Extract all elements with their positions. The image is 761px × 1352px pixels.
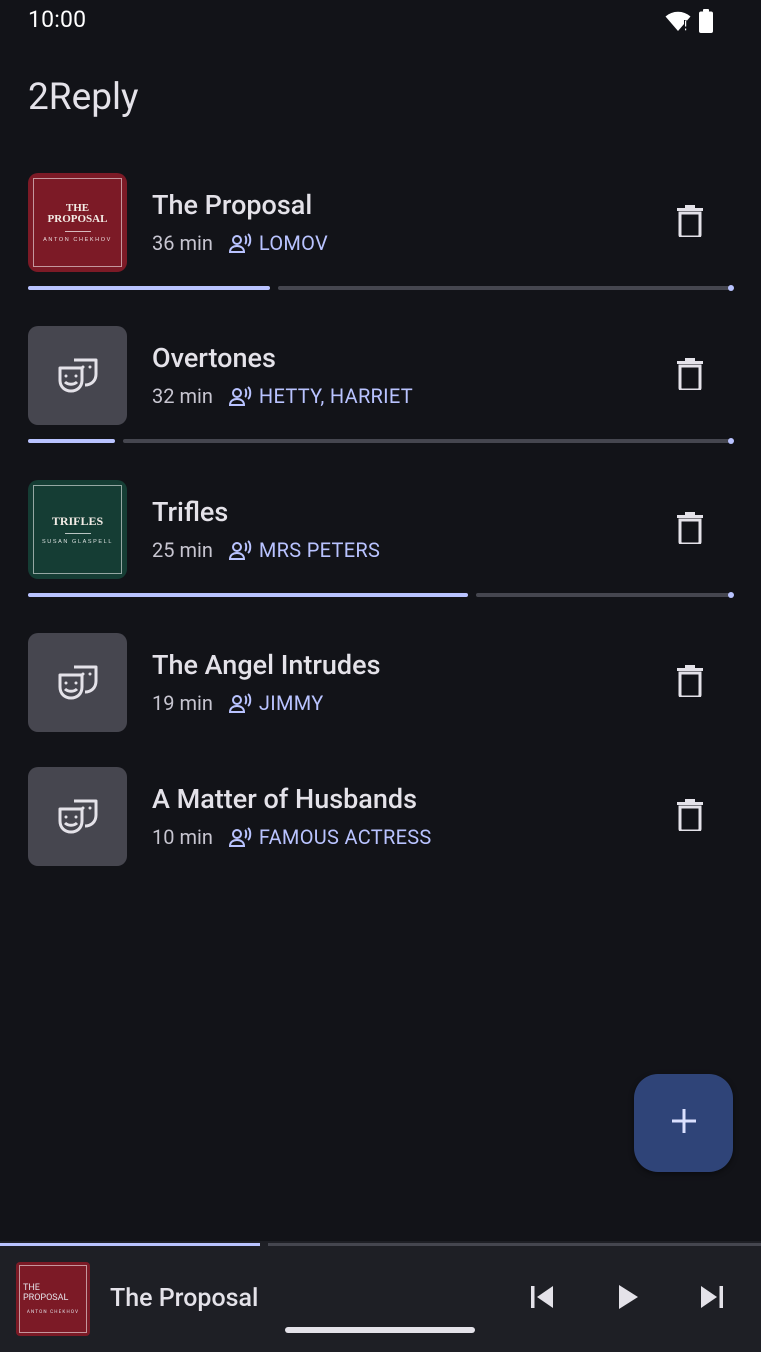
play-progress <box>28 438 734 444</box>
list-item[interactable]: A Matter of Husbands 10 min FAMOUS ACTRE… <box>0 767 761 867</box>
battery-icon <box>699 9 713 37</box>
voice-role-icon <box>228 827 253 847</box>
play-meta: 25 min MRS PETERS <box>152 538 380 562</box>
progress-end-dot <box>728 592 734 598</box>
mini-player[interactable]: THE PROPOSAL ANTON CHEKHOV The Proposal <box>0 1241 761 1352</box>
player-progress-track <box>268 1243 761 1246</box>
progress-end-dot <box>728 285 734 291</box>
progress-track <box>123 439 732 443</box>
progress-fill <box>28 286 270 290</box>
trash-icon <box>677 512 703 548</box>
status-bar: 10:00 <box>0 0 761 44</box>
player-cover-image: THE PROPOSAL ANTON CHEKHOV <box>16 1262 90 1336</box>
trash-icon <box>677 205 703 241</box>
delete-button[interactable] <box>672 663 708 703</box>
status-time: 10:00 <box>28 6 87 33</box>
theater-masks-icon <box>57 661 99 705</box>
play-title: The Proposal <box>152 189 313 221</box>
progress-track <box>476 593 732 597</box>
progress-end-dot <box>728 438 734 444</box>
delete-button[interactable] <box>672 797 708 837</box>
play-role: MRS PETERS <box>258 538 381 562</box>
play-title: A Matter of Husbands <box>152 783 417 815</box>
voice-role-icon <box>228 233 253 253</box>
play-role: HETTY, HARRIET <box>258 384 414 408</box>
play-role: FAMOUS ACTRESS <box>258 825 432 849</box>
home-indicator[interactable] <box>285 1327 475 1333</box>
plus-icon <box>670 1107 698 1139</box>
voice-role-icon <box>228 693 253 713</box>
progress-fill <box>28 593 468 597</box>
delete-button[interactable] <box>672 356 708 396</box>
play-icon <box>617 1284 639 1314</box>
play-meta: 19 min JIMMY <box>152 691 324 715</box>
player-progress-fill <box>0 1243 260 1246</box>
trash-icon <box>677 665 703 701</box>
voice-role-icon <box>228 540 253 560</box>
skip-next-button[interactable] <box>690 1277 734 1321</box>
trash-icon <box>677 799 703 835</box>
list-item[interactable]: TRIFLES SUSAN GLASPELL Trifles 25 min MR… <box>0 480 761 598</box>
play-title: Trifles <box>152 496 229 528</box>
list-item[interactable]: The Angel Intrudes 19 min JIMMY <box>0 633 761 733</box>
play-duration: 32 min <box>152 384 213 408</box>
play-meta: 10 min FAMOUS ACTRESS <box>152 825 432 849</box>
system-icons <box>665 9 713 37</box>
theater-masks-icon <box>57 354 99 398</box>
play-progress <box>28 592 734 598</box>
play-duration: 19 min <box>152 691 213 715</box>
theater-masks-icon <box>57 795 99 839</box>
skip-previous-icon <box>529 1285 555 1313</box>
add-play-button[interactable] <box>634 1074 733 1172</box>
cover-placeholder <box>28 633 127 732</box>
progress-fill <box>28 439 115 443</box>
play-title: Overtones <box>152 342 276 374</box>
play-button[interactable] <box>606 1277 650 1321</box>
play-duration: 36 min <box>152 231 213 255</box>
play-progress <box>28 285 734 291</box>
list-item[interactable]: Overtones 32 min HETTY, HARRIET <box>0 326 761 444</box>
cover-image: THE PROPOSAL ANTON CHEKHOV <box>28 173 127 272</box>
play-role: LOMOV <box>258 231 329 255</box>
cover-image: TRIFLES SUSAN GLASPELL <box>28 480 127 579</box>
trash-icon <box>677 358 703 394</box>
cover-placeholder <box>28 326 127 425</box>
play-title: The Angel Intrudes <box>152 649 381 681</box>
player-title: The Proposal <box>110 1284 259 1313</box>
delete-button[interactable] <box>672 510 708 550</box>
voice-role-icon <box>228 386 253 406</box>
list-item[interactable]: THE PROPOSAL ANTON CHEKHOV The Proposal … <box>0 173 761 291</box>
wifi-icon <box>665 10 691 36</box>
progress-track <box>278 286 732 290</box>
skip-next-icon <box>699 1285 725 1313</box>
skip-previous-button[interactable] <box>520 1277 564 1321</box>
cover-placeholder <box>28 767 127 866</box>
app-title: 2Reply <box>28 76 139 119</box>
play-role: JIMMY <box>258 691 324 715</box>
play-meta: 32 min HETTY, HARRIET <box>152 384 413 408</box>
delete-button[interactable] <box>672 203 708 243</box>
play-duration: 25 min <box>152 538 213 562</box>
play-duration: 10 min <box>152 825 213 849</box>
play-meta: 36 min LOMOV <box>152 231 328 255</box>
